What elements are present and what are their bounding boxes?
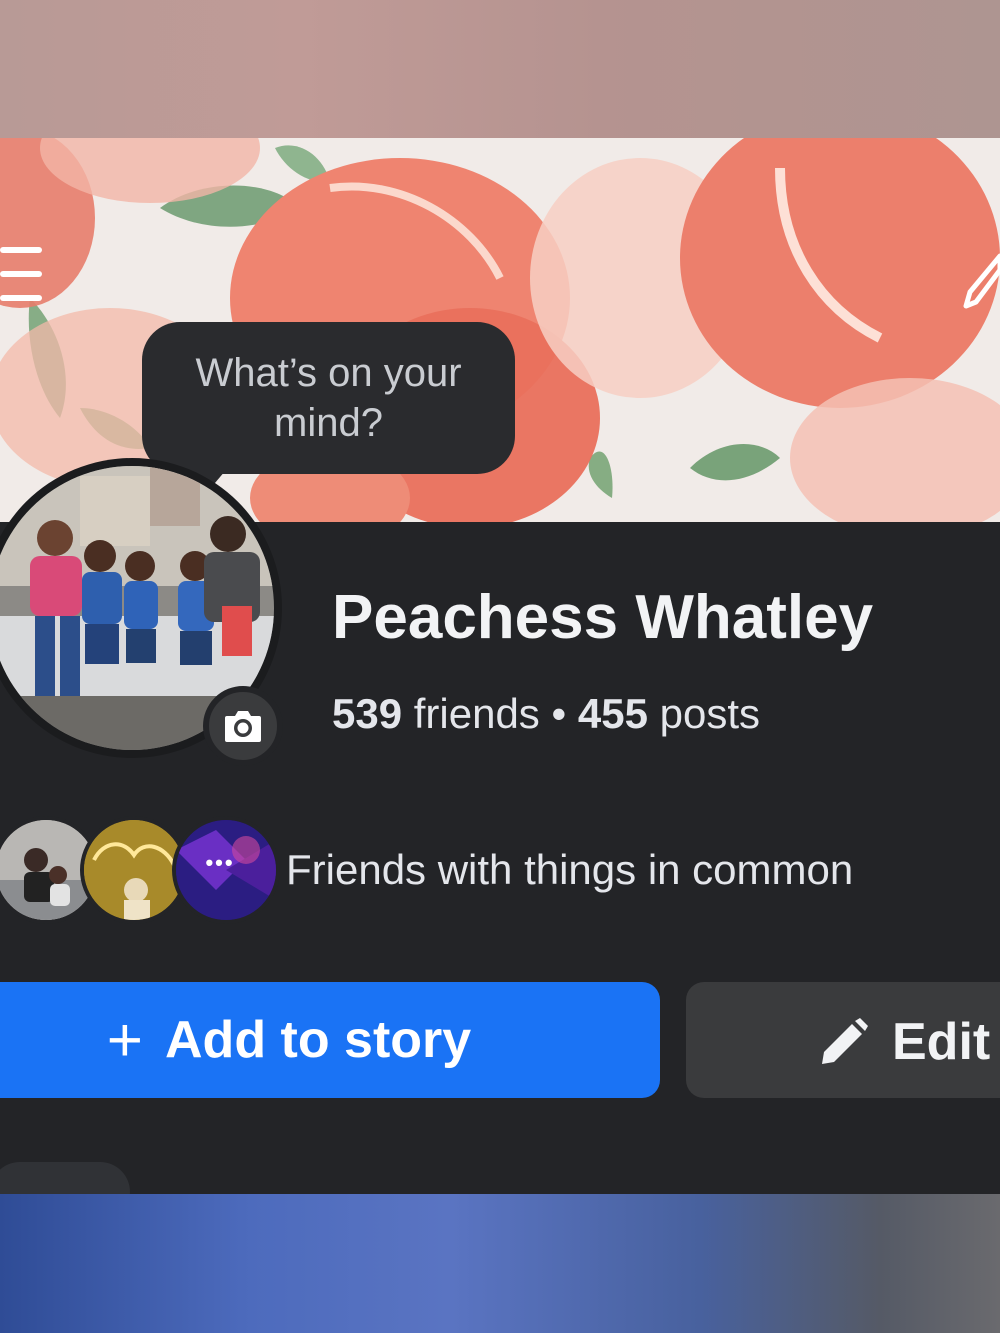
blurred-bottom-band bbox=[0, 1194, 1000, 1333]
more-dots-icon: ••• bbox=[205, 850, 235, 875]
mutual-friend-photo bbox=[84, 820, 184, 920]
friends-count[interactable]: 539 bbox=[332, 690, 402, 737]
mutual-friends-text[interactable]: Friends with things in common bbox=[286, 846, 853, 894]
pencil-icon[interactable] bbox=[962, 250, 1000, 310]
whats-on-your-mind-bubble[interactable]: What’s on your mind? bbox=[142, 322, 515, 474]
posts-count[interactable]: 455 bbox=[578, 690, 648, 737]
plus-icon: + bbox=[106, 1005, 143, 1075]
bubble-line-2: mind? bbox=[274, 401, 383, 445]
stats-separator: • bbox=[539, 690, 578, 737]
edit-label: Edit bbox=[892, 1013, 991, 1071]
add-to-story-label: Add to story bbox=[165, 1011, 472, 1069]
add-to-story-button[interactable]: + Add to story bbox=[0, 982, 660, 1098]
pencil-icon bbox=[822, 1018, 868, 1064]
bubble-line-1: What’s on your bbox=[195, 351, 462, 395]
mutual-friends-avatars[interactable]: ••• bbox=[0, 816, 282, 924]
blurred-top-band bbox=[0, 0, 1000, 140]
friends-label[interactable]: friends bbox=[402, 690, 540, 737]
posts-label[interactable]: posts bbox=[648, 690, 760, 737]
profile-name: Peachess Whatley bbox=[332, 583, 874, 652]
profile-stats: 539 friends • 455 posts bbox=[332, 690, 760, 738]
edit-profile-button[interactable]: Edit bbox=[686, 982, 1000, 1098]
screenshot-stage: What’s on your mind? Peachess Whatley 53… bbox=[0, 0, 1000, 1333]
camera-icon bbox=[225, 711, 261, 742]
change-profile-photo-button[interactable] bbox=[203, 686, 283, 766]
hamburger-menu-icon[interactable] bbox=[0, 243, 44, 307]
